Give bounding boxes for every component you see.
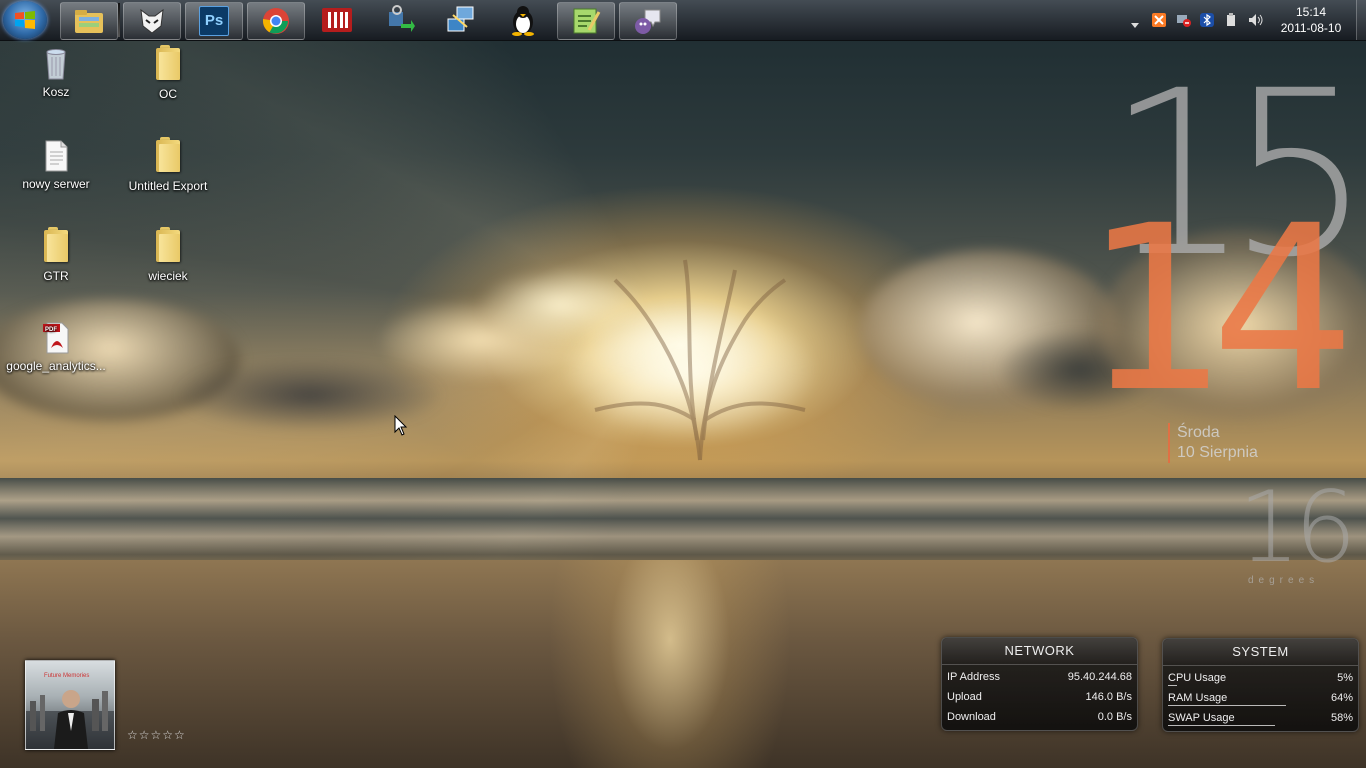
network-panel: NETWORK IP Address 95.40.244.68 Upload 1… [941, 637, 1138, 731]
taskbar-photoshop-button[interactable]: Ps [185, 2, 243, 40]
taskbar-pidgin-button[interactable] [619, 2, 677, 40]
svg-text:PDF: PDF [45, 327, 57, 333]
volume-tray-icon[interactable] [1248, 12, 1263, 26]
pdf-file-icon: PDF [43, 322, 69, 354]
desktop-icon-untitled-export[interactable]: Untitled Export [113, 137, 223, 193]
taskbar-clock[interactable]: 15:14 2011-08-10 [1275, 4, 1347, 36]
tray-expand-arrow-icon[interactable] [1130, 14, 1140, 28]
clock-widget-date-text: 10 Sierpnia [1177, 444, 1258, 461]
windows-logo-icon [15, 11, 35, 29]
remote-desktop-icon [447, 6, 474, 32]
text-file-icon [45, 140, 68, 172]
sea-waves [0, 478, 1366, 568]
clock-date: 2011-08-10 [1280, 21, 1342, 35]
recycle-bin-icon [46, 49, 66, 80]
network-row-upload: Upload 146.0 B/s [942, 687, 1137, 707]
clock-time: 15:14 [1295, 5, 1327, 19]
desktop-icon-label: OC [159, 87, 177, 101]
taskbar-tux-button[interactable] [495, 2, 551, 38]
network-row-label: Download [947, 711, 996, 723]
network-row-label: IP Address [947, 671, 1000, 683]
network-disconnected-tray-icon[interactable] [1176, 12, 1191, 27]
pidgin-icon [635, 9, 661, 34]
desktop-icon-label: wieciek [148, 269, 188, 283]
photoshop-icon: Ps [199, 6, 229, 36]
tux-penguin-icon [512, 6, 534, 36]
desktop-icon-nowy-serwer[interactable]: nowy serwer [1, 138, 111, 191]
network-row-download: Download 0.0 B/s [942, 707, 1137, 727]
taskbar-chrome-button[interactable] [247, 2, 305, 40]
folder-library-icon [75, 10, 103, 33]
taskbar-explorer-button[interactable] [60, 2, 118, 40]
mouse-cursor-icon [394, 415, 408, 436]
filezilla-icon [322, 8, 352, 32]
taskbar: Ps 15:14 2011-08-10 [0, 0, 1366, 41]
system-panel-title: SYSTEM [1163, 639, 1358, 666]
network-row-value: 146.0 B/s [1085, 691, 1132, 703]
rating-stars[interactable]: ☆☆☆☆☆ [127, 728, 186, 742]
folder-icon [151, 45, 185, 84]
desktop-icon-label: GTR [43, 269, 69, 283]
photoshop-icon-label: Ps [204, 12, 224, 29]
taskbar-network-button[interactable] [371, 2, 427, 38]
clock-widget-day: Środa [1177, 424, 1220, 441]
start-button[interactable] [3, 1, 47, 39]
weather-temperature-label: degrees [1248, 575, 1320, 586]
wallpaper-creature [594, 259, 806, 461]
system-row-value: 5% [1337, 672, 1353, 684]
network-row-label: Upload [947, 691, 982, 703]
desktop-icon-label: Untitled Export [128, 179, 208, 193]
system-row-value: 58% [1330, 712, 1353, 724]
safely-remove-hardware-tray-icon[interactable] [1224, 12, 1238, 26]
desktop-icon-label: nowy serwer [22, 177, 90, 191]
network-row-value: 95.40.244.68 [1067, 671, 1132, 683]
taskbar-filezilla-button[interactable] [309, 2, 365, 38]
clock-widget-date: Środa 10 Sierpnia [1168, 423, 1258, 463]
desktop-icon-gtr[interactable]: GTR [1, 227, 111, 283]
clock-widget-minute: 14 [1083, 176, 1356, 442]
desktop-icon-wieciek[interactable]: wieciek [113, 227, 223, 283]
desktop-icon-label: Kosz [42, 85, 70, 99]
network-row-ip: IP Address 95.40.244.68 [942, 667, 1137, 687]
taskbar-foobar-button[interactable] [123, 2, 181, 40]
desktop-icon-google-analytics-pdf[interactable]: PDF google_analytics... [1, 320, 111, 373]
folder-icon [151, 227, 185, 266]
weather-temperature: 16 [1238, 471, 1357, 585]
system-row-swap: SWAP Usage 58% [1163, 708, 1358, 728]
system-panel: SYSTEM CPU Usage 5% RAM Usage 64% SWAP U… [1162, 638, 1359, 732]
swap-usage-bar [1168, 725, 1275, 726]
system-row-label: CPU Usage [1168, 672, 1227, 684]
taskbar-separator [118, 3, 120, 37]
system-row-label: SWAP Usage [1168, 712, 1235, 724]
album-cover[interactable]: Future Memories [25, 660, 115, 750]
notepad-plus-plus-icon [573, 8, 601, 34]
album-cover-art [26, 690, 114, 749]
ram-usage-bar [1168, 705, 1286, 706]
desktop-icon-label: google_analytics... [6, 359, 106, 373]
system-row-cpu: CPU Usage 5% [1163, 668, 1358, 688]
network-panel-title: NETWORK [942, 638, 1137, 665]
taskbar-notepad-button[interactable] [557, 2, 615, 40]
cpu-usage-bar [1168, 685, 1177, 686]
xampp-tray-icon[interactable] [1152, 12, 1166, 27]
clock-widget: 15 14 [1084, 60, 1366, 423]
network-row-value: 0.0 B/s [1097, 711, 1132, 723]
chrome-icon [262, 8, 289, 34]
system-row-value: 64% [1330, 692, 1353, 704]
desktop-icon-oc[interactable]: OC [113, 45, 223, 101]
folder-icon [39, 227, 73, 266]
show-desktop-button[interactable] [1356, 0, 1366, 40]
bluetooth-tray-icon[interactable] [1200, 12, 1214, 27]
taskbar-remote-desktop-button[interactable] [433, 2, 489, 38]
foobar2000-icon [140, 8, 164, 34]
system-row-label: RAM Usage [1168, 692, 1228, 704]
network-lock-icon [389, 5, 415, 32]
desktop-icon-recycle-bin[interactable]: Kosz [1, 46, 111, 99]
system-row-ram: RAM Usage 64% [1163, 688, 1358, 708]
folder-icon [151, 137, 185, 176]
